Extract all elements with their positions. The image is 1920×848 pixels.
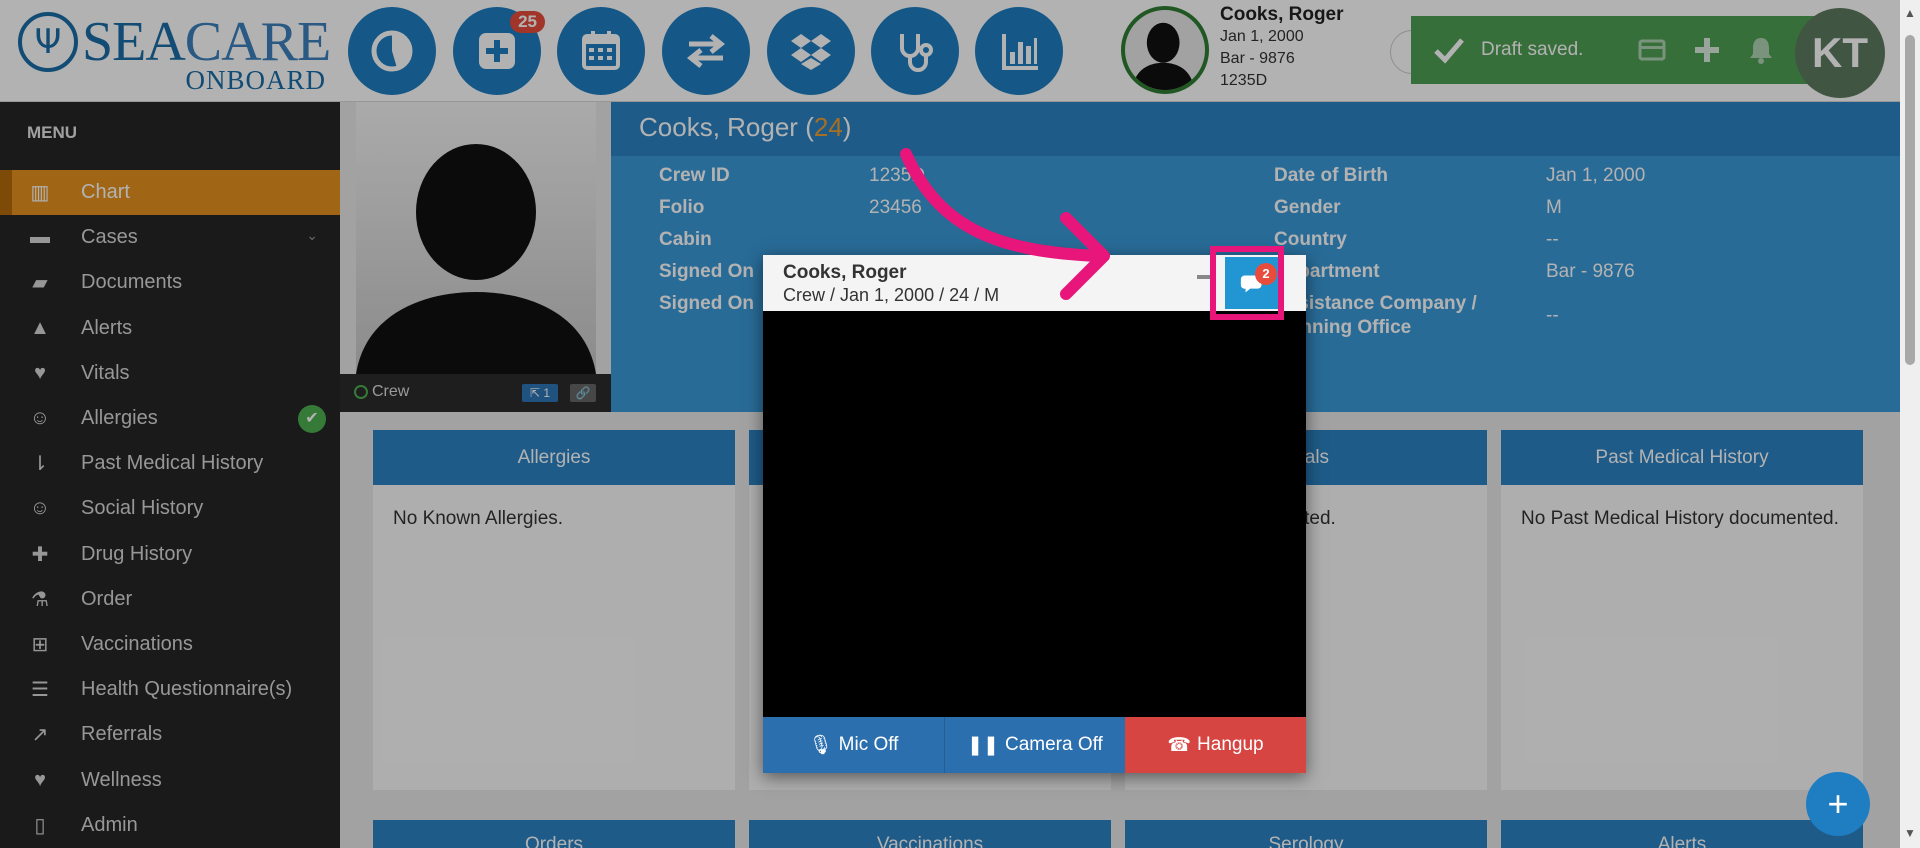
mic-slash-icon: 🎙 [808,735,833,756]
scrollbar[interactable]: ▲ ▼ [1900,0,1920,848]
phone-icon: ☎ [1167,734,1192,756]
video-controls: 🎙 Mic Off ❚❚ Camera Off ☎ Hangup [763,717,1306,773]
scroll-up-icon[interactable]: ▲ [1904,6,1916,20]
annotation-highlight-box [1210,246,1284,320]
hangup-button[interactable]: ☎ Hangup [1125,717,1306,773]
annotation-arrow [900,148,1110,300]
scroll-down-icon[interactable]: ▼ [1904,826,1916,840]
scrollbar-thumb[interactable] [1905,35,1915,365]
pause-icon: ❚❚ [967,734,999,756]
mic-off-button[interactable]: 🎙 Mic Off [763,717,944,773]
camera-off-button[interactable]: ❚❚ Camera Off [944,717,1125,773]
video-call-window[interactable]: Cooks, Roger Crew / Jan 1, 2000 / 24 / M… [763,255,1306,773]
floating-add-button[interactable]: + [1806,772,1870,836]
